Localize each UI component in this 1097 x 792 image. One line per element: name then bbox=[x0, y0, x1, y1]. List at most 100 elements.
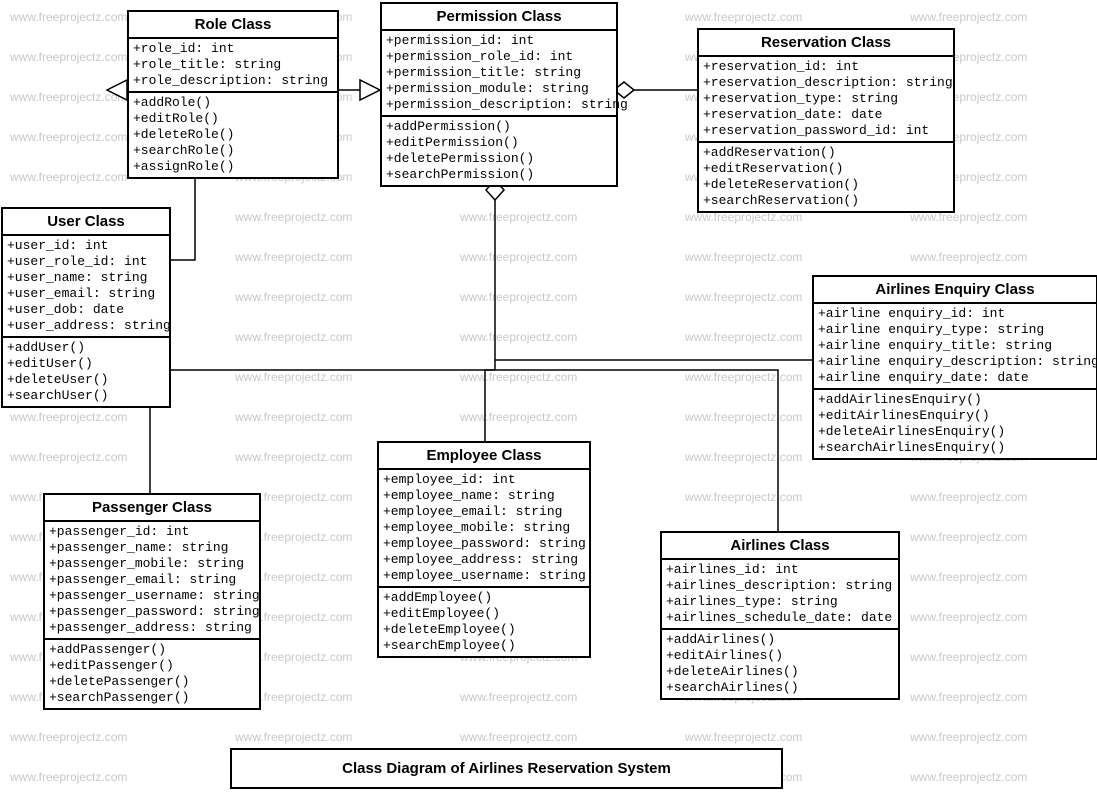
class-member: +airlines_type: string bbox=[666, 594, 894, 610]
class-member: +user_role_id: int bbox=[7, 254, 165, 270]
class-member: +airline enquiry_date: date bbox=[818, 370, 1092, 386]
class-member: +airlines_id: int bbox=[666, 562, 894, 578]
class-member: +addPermission() bbox=[386, 119, 612, 135]
class-member: +role_id: int bbox=[133, 41, 333, 57]
class-permission: Permission Class +permission_id: int+per… bbox=[380, 2, 618, 187]
class-member: +editAirlinesEnquiry() bbox=[818, 408, 1092, 424]
class-member: +editAirlines() bbox=[666, 648, 894, 664]
class-attributes: +employee_id: int+employee_name: string+… bbox=[379, 470, 589, 588]
class-member: +employee_password: string bbox=[383, 536, 585, 552]
class-title: Permission Class bbox=[382, 4, 616, 31]
class-member: +role_title: string bbox=[133, 57, 333, 73]
class-member: +addReservation() bbox=[703, 145, 949, 161]
class-member: +permission_id: int bbox=[386, 33, 612, 49]
class-member: +user_id: int bbox=[7, 238, 165, 254]
class-airlines-enquiry: Airlines Enquiry Class +airline enquiry_… bbox=[812, 275, 1097, 460]
class-employee: Employee Class +employee_id: int+employe… bbox=[377, 441, 591, 658]
class-member: +passenger_username: string bbox=[49, 588, 255, 604]
class-member: +searchReservation() bbox=[703, 193, 949, 209]
class-attributes: +user_id: int+user_role_id: int+user_nam… bbox=[3, 236, 169, 338]
class-attributes: +airlines_id: int+airlines_description: … bbox=[662, 560, 898, 630]
class-title: Airlines Class bbox=[662, 533, 898, 560]
class-member: +permission_role_id: int bbox=[386, 49, 612, 65]
class-title: Employee Class bbox=[379, 443, 589, 470]
class-member: +deleteUser() bbox=[7, 372, 165, 388]
class-member: +reservation_id: int bbox=[703, 59, 949, 75]
class-passenger: Passenger Class +passenger_id: int+passe… bbox=[43, 493, 261, 710]
class-member: +editEmployee() bbox=[383, 606, 585, 622]
class-methods: +addUser()+editUser()+deleteUser()+searc… bbox=[3, 338, 169, 406]
class-member: +passenger_email: string bbox=[49, 572, 255, 588]
class-member: +deleteAirlines() bbox=[666, 664, 894, 680]
class-reservation: Reservation Class +reservation_id: int +r… bbox=[697, 28, 955, 213]
class-member: +permission_module: string bbox=[386, 81, 612, 97]
class-methods: +addEmployee()+editEmployee()+deleteEmpl… bbox=[379, 588, 589, 656]
class-member: +searchAirlinesEnquiry() bbox=[818, 440, 1092, 456]
class-member: +employee_email: string bbox=[383, 504, 585, 520]
class-methods: +addPassenger()+editPassenger()+deletePa… bbox=[45, 640, 259, 708]
class-member: +editPassenger() bbox=[49, 658, 255, 674]
class-member: +passenger_address: string bbox=[49, 620, 255, 636]
class-member: +addAirlines() bbox=[666, 632, 894, 648]
class-attributes: +passenger_id: int+passenger_name: strin… bbox=[45, 522, 259, 640]
class-member: +employee_id: int bbox=[383, 472, 585, 488]
class-member: +reservation_type: string bbox=[703, 91, 949, 107]
class-member: +employee_address: string bbox=[383, 552, 585, 568]
class-member: +searchPassenger() bbox=[49, 690, 255, 706]
class-member: +reservation_password_id: int bbox=[703, 123, 949, 139]
class-member: +deleteAirlinesEnquiry() bbox=[818, 424, 1092, 440]
class-methods: +addPermission()+editPermission()+delete… bbox=[382, 117, 616, 185]
class-title: Role Class bbox=[129, 12, 337, 39]
class-role: Role Class +role_id: int+role_title: str… bbox=[127, 10, 339, 179]
class-member: +searchRole() bbox=[133, 143, 333, 159]
class-member: +employee_name: string bbox=[383, 488, 585, 504]
class-member: +editReservation() bbox=[703, 161, 949, 177]
class-member: +permission_title: string bbox=[386, 65, 612, 81]
class-member: +airline enquiry_description: string bbox=[818, 354, 1092, 370]
class-member: +user_dob: date bbox=[7, 302, 165, 318]
class-member: +searchUser() bbox=[7, 388, 165, 404]
class-member: +searchEmployee() bbox=[383, 638, 585, 654]
class-member: +addPassenger() bbox=[49, 642, 255, 658]
class-member: +editRole() bbox=[133, 111, 333, 127]
class-member: +deletePassenger() bbox=[49, 674, 255, 690]
class-member: +airlines_schedule_date: date bbox=[666, 610, 894, 626]
class-title: Airlines Enquiry Class bbox=[814, 277, 1096, 304]
class-member: +role_description: string bbox=[133, 73, 333, 89]
class-member: +user_name: string bbox=[7, 270, 165, 286]
class-title: Passenger Class bbox=[45, 495, 259, 522]
class-member: +passenger_password: string bbox=[49, 604, 255, 620]
class-member: +user_address: string bbox=[7, 318, 165, 334]
class-title: Reservation Class bbox=[699, 30, 953, 57]
class-member: +employee_username: string bbox=[383, 568, 585, 584]
class-member: +addRole() bbox=[133, 95, 333, 111]
class-member: +deleteEmployee() bbox=[383, 622, 585, 638]
class-member: +editPermission() bbox=[386, 135, 612, 151]
class-member: +addAirlinesEnquiry() bbox=[818, 392, 1092, 408]
class-attributes: +airline enquiry_id: int+airline enquiry… bbox=[814, 304, 1096, 390]
class-title: User Class bbox=[3, 209, 169, 236]
class-member: +passenger_id: int bbox=[49, 524, 255, 540]
class-member: +searchPermission() bbox=[386, 167, 612, 183]
class-methods: +addReservation()+editReservation()+dele… bbox=[699, 143, 953, 211]
class-methods: +addAirlines()+editAirlines()+deleteAirl… bbox=[662, 630, 898, 698]
class-member: +user_email: string bbox=[7, 286, 165, 302]
class-member: +deleteReservation() bbox=[703, 177, 949, 193]
class-user: User Class +user_id: int+user_role_id: i… bbox=[1, 207, 171, 408]
class-member: +airlines_description: string bbox=[666, 578, 894, 594]
class-member: +searchAirlines() bbox=[666, 680, 894, 696]
class-member: +airline enquiry_type: string bbox=[818, 322, 1092, 338]
class-member: +addEmployee() bbox=[383, 590, 585, 606]
class-member: +airline enquiry_id: int bbox=[818, 306, 1092, 322]
class-attributes: +role_id: int+role_title: string+role_de… bbox=[129, 39, 337, 93]
class-airlines: Airlines Class +airlines_id: int+airline… bbox=[660, 531, 900, 700]
class-member: +airline enquiry_title: string bbox=[818, 338, 1092, 354]
class-member: +reservation_date: date bbox=[703, 107, 949, 123]
class-member: +addUser() bbox=[7, 340, 165, 356]
class-member: +assignRole() bbox=[133, 159, 333, 175]
class-member: +passenger_mobile: string bbox=[49, 556, 255, 572]
class-methods: +addRole()+editRole()+deleteRole()+searc… bbox=[129, 93, 337, 177]
class-member: +passenger_name: string bbox=[49, 540, 255, 556]
class-member: +employee_mobile: string bbox=[383, 520, 585, 536]
class-methods: +addAirlinesEnquiry()+editAirlinesEnquir… bbox=[814, 390, 1096, 458]
